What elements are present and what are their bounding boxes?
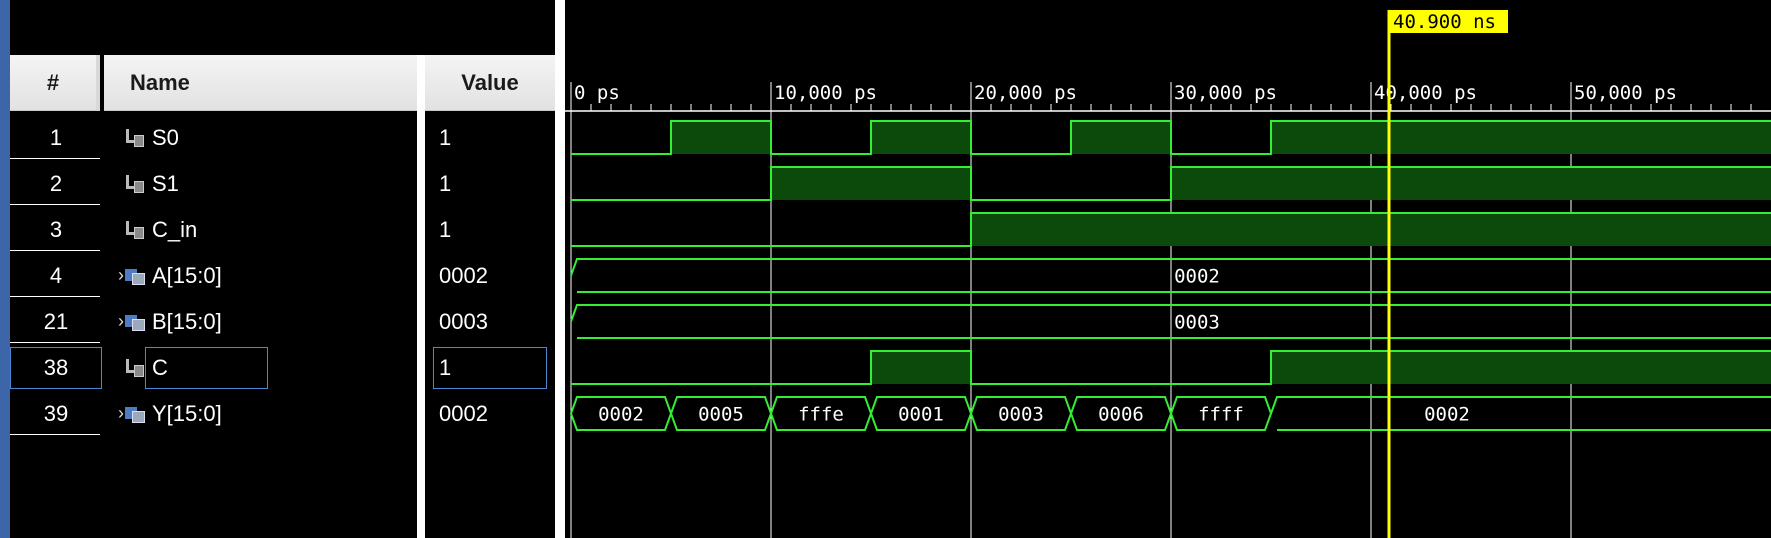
bus-signal-icon <box>124 311 146 333</box>
signal-row-num: 1 <box>49 125 63 150</box>
bit-signal-icon <box>124 357 146 379</box>
bit-high-fill <box>1271 121 1771 154</box>
signal-name-label: B[15:0] <box>152 309 222 334</box>
column-header-value-label: Value <box>461 69 519 95</box>
bit-signal-icon <box>124 127 146 149</box>
signal-name-label: A[15:0] <box>152 263 222 288</box>
ruler-tick-label: 20,000 ps <box>974 82 1077 104</box>
signal-row-num: 4 <box>49 263 63 288</box>
bus-value-label: 0002 <box>598 404 644 426</box>
signal-value: 1 <box>439 217 452 242</box>
selection-outline <box>10 347 102 389</box>
row-divider <box>10 342 100 343</box>
bus-value-label: 0005 <box>698 404 744 426</box>
signal-name-label: S0 <box>152 125 179 150</box>
bus-value-label: 0002 <box>1174 266 1220 288</box>
ruler-tick-label: 10,000 ps <box>774 82 877 104</box>
bus-signal-icon <box>124 265 146 287</box>
signal-name[interactable]: S1 <box>124 161 414 207</box>
row-divider <box>10 204 100 205</box>
column-header-num-label: # <box>46 69 60 95</box>
signal-value: 1 <box>439 125 452 150</box>
bit-high-fill <box>771 167 971 200</box>
bit-high-fill <box>1071 121 1171 154</box>
signal-name[interactable]: C_in <box>124 207 414 253</box>
signal-name-label: C_in <box>152 217 198 242</box>
signal-name-label: Y[15:0] <box>152 401 222 426</box>
window-edge <box>0 0 10 538</box>
cursor-time-label: 40.900 ns <box>1393 11 1496 33</box>
bit-signal-icon <box>124 173 146 195</box>
signal-value: 0002 <box>439 263 488 288</box>
waveform-viewer: # Name Value 1 S0 1 2 S1 1 3 C_in 1 4 › A[15:0] 0002… <box>0 0 1771 538</box>
bus-segment <box>1270 396 1771 431</box>
signal-row-num: 2 <box>49 171 63 196</box>
signal-name[interactable]: B[15:0] <box>124 299 414 345</box>
bus-value-label: 0001 <box>898 404 944 426</box>
bus-value-label: 0002 <box>1424 404 1470 426</box>
bit-high-fill <box>871 351 971 384</box>
signal-name[interactable]: A[15:0] <box>124 253 414 299</box>
column-header-name[interactable]: Name <box>104 55 417 111</box>
waveform-pane[interactable]: 0 ps 10,000 ps 20,000 ps 30,000 ps 40,000 ps… <box>565 0 1771 538</box>
column-header-num[interactable]: # <box>10 55 100 111</box>
signal-value: 0002 <box>439 401 488 426</box>
signal-name-label: S1 <box>152 171 179 196</box>
bus-value-label: ffff <box>1198 404 1244 426</box>
bus-signal-icon <box>124 403 146 425</box>
row-divider <box>10 296 100 297</box>
bit-high-fill <box>1171 167 1771 200</box>
ruler-tick-label: 0 ps <box>574 82 620 104</box>
bus-value-label: 0006 <box>1098 404 1144 426</box>
pane-splitter[interactable] <box>555 0 565 538</box>
row-divider <box>10 250 100 251</box>
signal-row-num: 39 <box>43 401 69 426</box>
signal-value: 1 <box>439 171 452 196</box>
bus-value-label: 0003 <box>998 404 1044 426</box>
bit-high-fill <box>871 121 971 154</box>
bus-value-label: 0003 <box>1174 312 1220 334</box>
bit-high-fill <box>671 121 771 154</box>
column-header-name-label: Name <box>130 69 190 95</box>
column-divider[interactable] <box>417 55 425 538</box>
row-divider <box>10 158 100 159</box>
selection-outline <box>433 347 547 389</box>
objects-toolbar-area <box>10 0 557 55</box>
column-header-value[interactable]: Value <box>425 55 555 111</box>
ruler-tick-label: 30,000 ps <box>1174 82 1277 104</box>
ruler-tick-label: 50,000 ps <box>1574 82 1677 104</box>
bit-signal-icon <box>124 219 146 241</box>
signal-value: 0003 <box>439 309 488 334</box>
signal-name[interactable]: S0 <box>124 115 414 161</box>
signal-name[interactable]: Y[15:0] <box>124 391 414 437</box>
selection-outline <box>145 347 268 389</box>
bus-value-label: fffe <box>798 404 844 426</box>
bit-high-fill <box>1271 351 1771 384</box>
row-divider <box>10 434 100 435</box>
bit-high-fill <box>971 213 1771 246</box>
signal-row-num: 21 <box>43 309 69 334</box>
signal-row-num: 3 <box>49 217 63 242</box>
